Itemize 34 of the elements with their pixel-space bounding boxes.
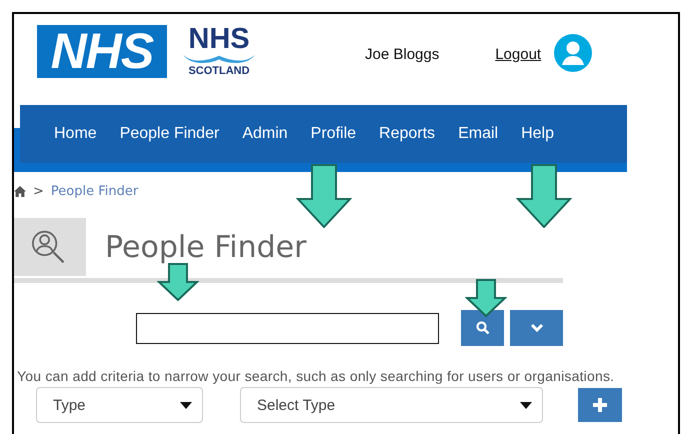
expand-button[interactable]: [510, 310, 563, 346]
nav-link[interactable]: Email: [458, 125, 498, 143]
nav-link[interactable]: Profile: [310, 125, 356, 143]
chevron-down-icon: [530, 323, 544, 333]
logo-text: NHS: [188, 25, 250, 53]
search-icon: [476, 321, 490, 335]
caret-icon: [180, 402, 192, 408]
callout-arrow-icon: [465, 279, 507, 317]
avatar-icon[interactable]: [554, 34, 592, 72]
logout-link[interactable]: Logout: [495, 46, 542, 63]
search-button[interactable]: [461, 310, 504, 346]
caret-icon: [520, 402, 532, 408]
nav-link[interactable]: People Finder: [120, 125, 220, 143]
callout-arrow-icon: [296, 164, 352, 228]
help-text: You can add criteria to narrow your search, such as only searching for users or organisations.: [17, 368, 616, 384]
nav-link[interactable]: Home: [54, 125, 97, 143]
nav-link[interactable]: Reports: [379, 125, 436, 143]
select-field[interactable]: Select Type: [240, 387, 543, 423]
wave-icon: [181, 53, 257, 64]
callout-arrow-icon: [516, 164, 572, 228]
breadcrumb-link[interactable]: People Finder: [50, 184, 138, 198]
nav-link[interactable]: Help: [521, 125, 554, 143]
nav-link[interactable]: Admin: [242, 125, 288, 143]
page-title: People Finder: [105, 230, 306, 264]
breadcrumb-separator: >: [33, 184, 44, 198]
logo-text: SCOTLAND: [188, 64, 250, 78]
select-field[interactable]: Type: [36, 387, 203, 423]
add-button[interactable]: [578, 388, 622, 422]
callout-arrow-icon: [157, 263, 199, 301]
nhs-logo: NHS: [37, 25, 167, 78]
search-field[interactable]: [136, 312, 439, 344]
user-name: Joe Bloggs: [365, 46, 440, 63]
home-icon[interactable]: [14, 186, 26, 196]
plus-icon: [593, 398, 607, 412]
